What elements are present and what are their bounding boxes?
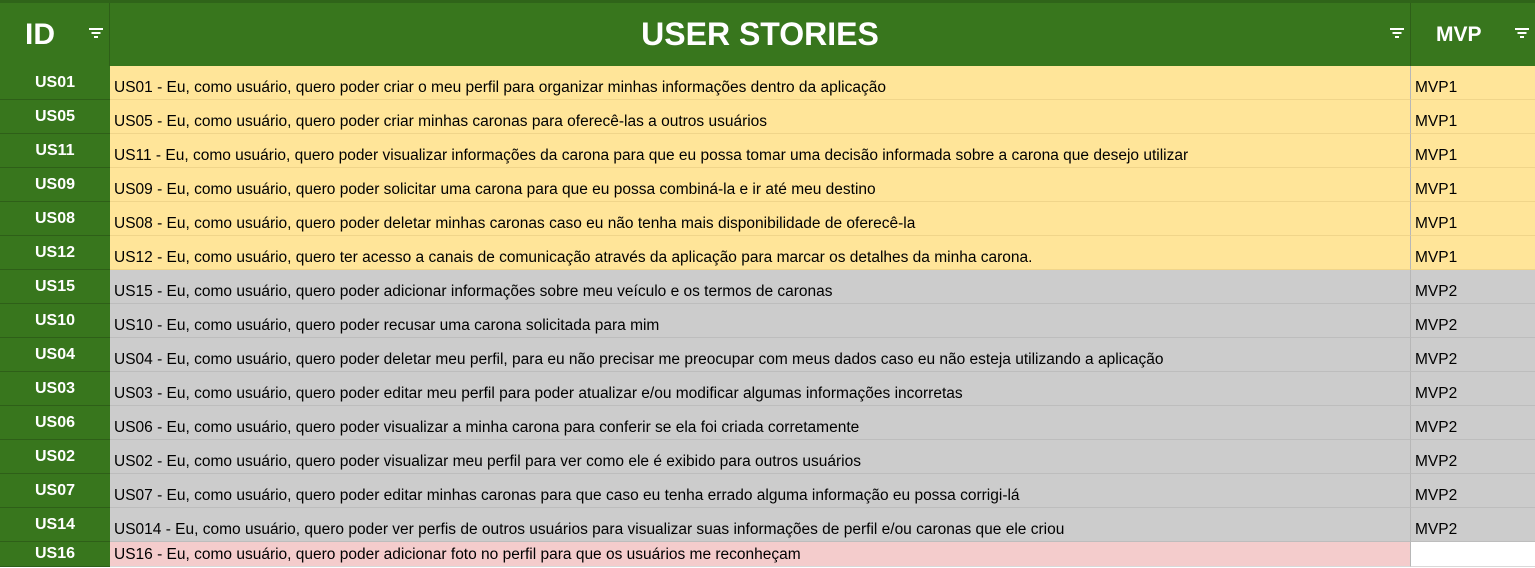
filter-icon[interactable] xyxy=(88,28,104,40)
user-story-cell[interactable]: US12 - Eu, como usuário, quero ter acess… xyxy=(110,236,1411,270)
mvp-cell[interactable]: MVP2 xyxy=(1411,304,1535,338)
column-header-mvp-label: MVP xyxy=(1436,22,1482,46)
table-row: US11 US11 - Eu, como usuário, quero poder… xyxy=(0,134,1535,168)
user-story-cell[interactable]: US06 - Eu, como usuário, quero poder vis… xyxy=(110,406,1411,440)
row-id-cell[interactable]: US02 xyxy=(0,440,110,474)
row-id-cell[interactable]: US04 xyxy=(0,338,110,372)
row-id-cell[interactable]: US03 xyxy=(0,372,110,406)
filter-icon[interactable] xyxy=(1389,28,1405,40)
column-header-user-stories-label: USER STORIES xyxy=(641,16,879,52)
table-body: US01 US01 - Eu, como usuário, quero poder… xyxy=(0,66,1535,567)
mvp-cell[interactable]: MVP1 xyxy=(1411,202,1535,236)
mvp-cell[interactable]: MVP2 xyxy=(1411,508,1535,542)
table-row: US12 US12 - Eu, como usuário, quero ter a… xyxy=(0,236,1535,270)
user-story-cell[interactable]: US15 - Eu, como usuário, quero poder adi… xyxy=(110,270,1411,304)
row-id-cell[interactable]: US05 xyxy=(0,100,110,134)
user-story-cell[interactable]: US09 - Eu, como usuário, quero poder sol… xyxy=(110,168,1411,202)
header-row: ID USER STORIES MVP xyxy=(0,0,1535,66)
user-story-cell[interactable]: US03 - Eu, como usuário, quero poder edi… xyxy=(110,372,1411,406)
row-id-cell[interactable]: US11 xyxy=(0,134,110,168)
table-row: US16 US16 - Eu, como usuário, quero poder… xyxy=(0,542,1535,567)
row-id-cell[interactable]: US09 xyxy=(0,168,110,202)
table-row: US08 US08 - Eu, como usuário, quero poder… xyxy=(0,202,1535,236)
mvp-cell[interactable]: MVP2 xyxy=(1411,440,1535,474)
column-header-mvp[interactable]: MVP xyxy=(1411,3,1535,66)
row-id-cell[interactable]: US06 xyxy=(0,406,110,440)
user-story-cell[interactable]: US08 - Eu, como usuário, quero poder del… xyxy=(110,202,1411,236)
mvp-cell[interactable]: MVP1 xyxy=(1411,168,1535,202)
user-story-cell[interactable]: US014 - Eu, como usuário, quero poder ve… xyxy=(110,508,1411,542)
mvp-cell[interactable]: MVP2 xyxy=(1411,372,1535,406)
row-id-cell[interactable]: US15 xyxy=(0,270,110,304)
table-row: US10 US10 - Eu, como usuário, quero poder… xyxy=(0,304,1535,338)
mvp-cell[interactable]: MVP2 xyxy=(1411,474,1535,508)
row-id-cell[interactable]: US07 xyxy=(0,474,110,508)
mvp-cell[interactable]: MVP1 xyxy=(1411,236,1535,270)
user-story-cell[interactable]: US11 - Eu, como usuário, quero poder vis… xyxy=(110,134,1411,168)
table-row: US06 US06 - Eu, como usuário, quero poder… xyxy=(0,406,1535,440)
row-id-cell[interactable]: US12 xyxy=(0,236,110,270)
user-story-cell[interactable]: US07 - Eu, como usuário, quero poder edi… xyxy=(110,474,1411,508)
table-row: US01 US01 - Eu, como usuário, quero poder… xyxy=(0,66,1535,100)
mvp-cell[interactable]: MVP1 xyxy=(1411,66,1535,100)
column-header-id[interactable]: ID xyxy=(0,3,110,66)
mvp-cell[interactable]: MVP2 xyxy=(1411,338,1535,372)
table-row: US07 US07 - Eu, como usuário, quero poder… xyxy=(0,474,1535,508)
row-id-cell[interactable]: US14 xyxy=(0,508,110,542)
column-header-id-label: ID xyxy=(25,17,55,51)
column-header-user-stories[interactable]: USER STORIES xyxy=(110,3,1411,66)
user-story-cell[interactable]: US02 - Eu, como usuário, quero poder vis… xyxy=(110,440,1411,474)
filter-icon[interactable] xyxy=(1514,28,1530,40)
table-row: US15 US15 - Eu, como usuário, quero poder… xyxy=(0,270,1535,304)
row-id-cell[interactable]: US01 xyxy=(0,66,110,100)
mvp-cell[interactable]: MVP2 xyxy=(1411,406,1535,440)
table-row: US05 US05 - Eu, como usuário, quero poder… xyxy=(0,100,1535,134)
user-story-cell[interactable]: US16 - Eu, como usuário, quero poder adi… xyxy=(110,542,1411,567)
row-id-cell[interactable]: US16 xyxy=(0,542,110,567)
spreadsheet: ID USER STORIES MVP US01 US01 - Eu, como … xyxy=(0,0,1535,568)
table-row: US03 US03 - Eu, como usuário, quero poder… xyxy=(0,372,1535,406)
mvp-cell[interactable]: MVP1 xyxy=(1411,100,1535,134)
row-id-cell[interactable]: US10 xyxy=(0,304,110,338)
mvp-cell[interactable]: MVP1 xyxy=(1411,134,1535,168)
mvp-cell[interactable] xyxy=(1411,542,1535,567)
row-id-cell[interactable]: US08 xyxy=(0,202,110,236)
table-row: US14 US014 - Eu, como usuário, quero pode… xyxy=(0,508,1535,542)
user-story-cell[interactable]: US05 - Eu, como usuário, quero poder cri… xyxy=(110,100,1411,134)
table-row: US04 US04 - Eu, como usuário, quero poder… xyxy=(0,338,1535,372)
user-story-cell[interactable]: US10 - Eu, como usuário, quero poder rec… xyxy=(110,304,1411,338)
table-row: US02 US02 - Eu, como usuário, quero poder… xyxy=(0,440,1535,474)
user-story-cell[interactable]: US01 - Eu, como usuário, quero poder cri… xyxy=(110,66,1411,100)
table-row: US09 US09 - Eu, como usuário, quero poder… xyxy=(0,168,1535,202)
mvp-cell[interactable]: MVP2 xyxy=(1411,270,1535,304)
user-story-cell[interactable]: US04 - Eu, como usuário, quero poder del… xyxy=(110,338,1411,372)
